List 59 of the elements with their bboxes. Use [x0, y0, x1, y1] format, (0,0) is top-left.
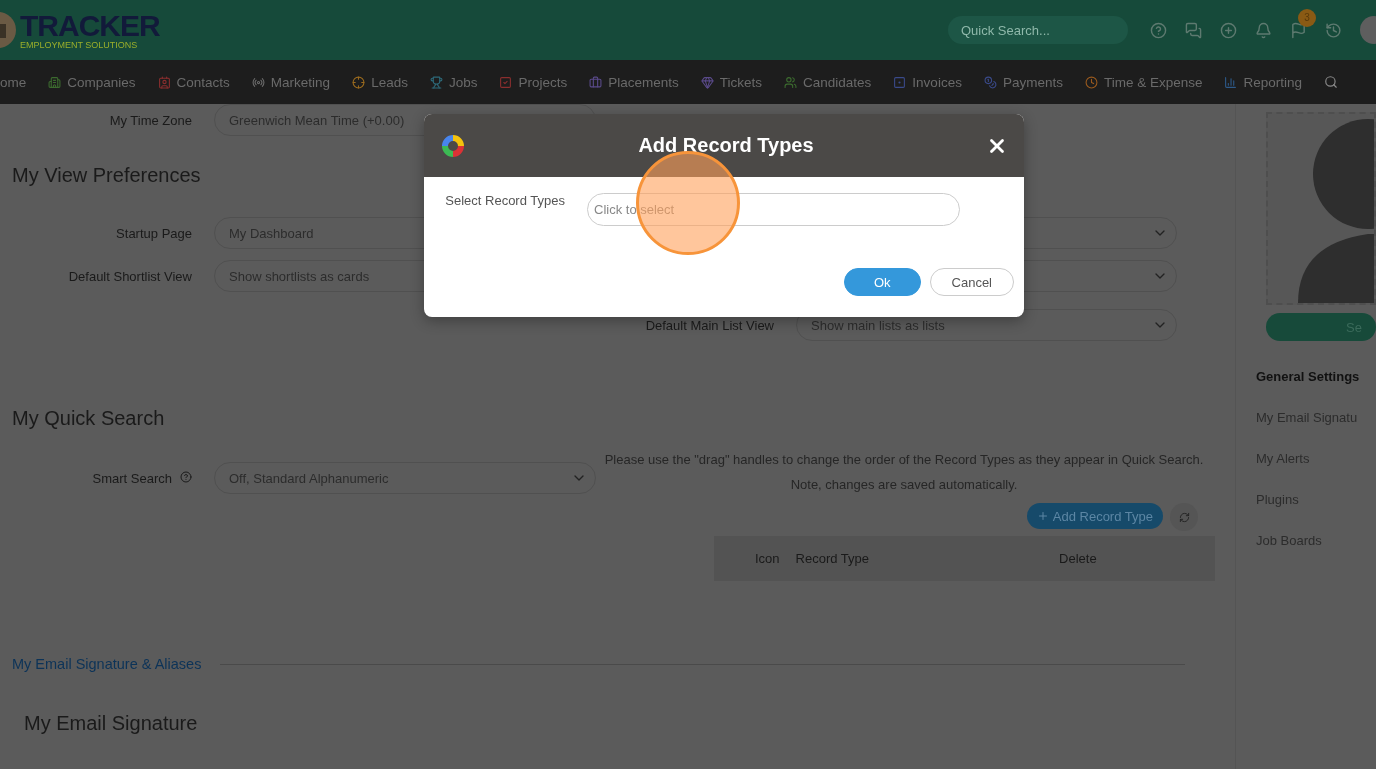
section-heading: My Quick Search — [12, 407, 166, 430]
bar-chart-icon — [1224, 75, 1238, 89]
column-header: Icon — [755, 551, 780, 566]
crosshair-icon — [352, 75, 366, 89]
field-label: Default Shortlist View — [67, 268, 192, 284]
field-label: My Time Zone — [108, 112, 192, 128]
gem-icon — [700, 75, 714, 89]
users-icon — [784, 75, 798, 89]
nav-item[interactable]: Leads — [352, 74, 408, 90]
nav-item[interactable]: ome — [0, 74, 27, 90]
section-link[interactable]: My Email Signature & Aliases — [12, 656, 202, 672]
ok-button[interactable]: Ok — [843, 268, 921, 296]
nav-item[interactable]: Contacts — [157, 74, 230, 90]
sidebar-item[interactable]: General Settings — [1256, 356, 1376, 397]
column-header: Delete — [1059, 551, 1097, 566]
nav-item[interactable]: Marketing — [251, 74, 331, 90]
flag-icon[interactable] — [1290, 21, 1307, 39]
field-label: Select Record Types — [444, 193, 565, 209]
section-heading: My View Preferences — [12, 164, 202, 187]
nav-item[interactable]: Reporting — [1224, 74, 1302, 90]
quick-search-field[interactable]: Quick Search... — [948, 16, 1128, 44]
nav-item[interactable]: Placements — [589, 74, 679, 90]
search-icon[interactable] — [1324, 75, 1338, 89]
section-heading: My Email Signature — [24, 712, 199, 735]
plus-icon — [1036, 510, 1049, 522]
nav-item[interactable]: Time & Expense — [1084, 74, 1203, 90]
help-icon[interactable] — [180, 470, 192, 483]
checkbox-icon — [499, 75, 513, 89]
field-label: Smart Search — [92, 470, 172, 486]
nav-item[interactable]: Projects — [499, 74, 568, 90]
chat-icon[interactable] — [1185, 21, 1202, 39]
nav-item[interactable]: Candidates — [784, 74, 872, 90]
square-icon — [893, 75, 907, 89]
add-icon[interactable] — [1220, 21, 1237, 39]
clock-icon — [1084, 75, 1098, 89]
add-record-type-button[interactable]: Add Record Type — [1026, 503, 1163, 529]
column-header: Record Type — [795, 551, 870, 566]
trophy-icon — [429, 75, 443, 89]
notifications-icon[interactable] — [1255, 21, 1272, 39]
nav-item[interactable]: Payments — [983, 74, 1063, 90]
history-icon[interactable] — [1325, 21, 1342, 39]
logo-subtitle: EMPLOYMENT SOLUTIONS — [20, 40, 139, 50]
nav-item[interactable]: Companies — [48, 74, 136, 90]
cancel-button[interactable]: Cancel — [929, 268, 1014, 296]
field-label: Default Main List View — [644, 317, 774, 333]
field-label: Startup Page — [115, 225, 192, 241]
modal-title: Add Record Types — [637, 134, 815, 157]
nav-item[interactable]: Tickets — [700, 74, 763, 90]
contact-card-icon — [157, 75, 171, 89]
nav-item[interactable]: Invoices — [893, 74, 962, 90]
app-logo-icon — [440, 132, 466, 159]
nav-item[interactable]: Jobs — [429, 74, 478, 90]
signal-icon — [251, 75, 265, 89]
refresh-button[interactable] — [1170, 503, 1198, 531]
coins-icon — [983, 75, 997, 89]
help-icon[interactable] — [1150, 21, 1167, 39]
briefcase-icon — [589, 75, 603, 89]
refresh-icon — [1178, 511, 1190, 523]
building-icon — [48, 75, 62, 89]
